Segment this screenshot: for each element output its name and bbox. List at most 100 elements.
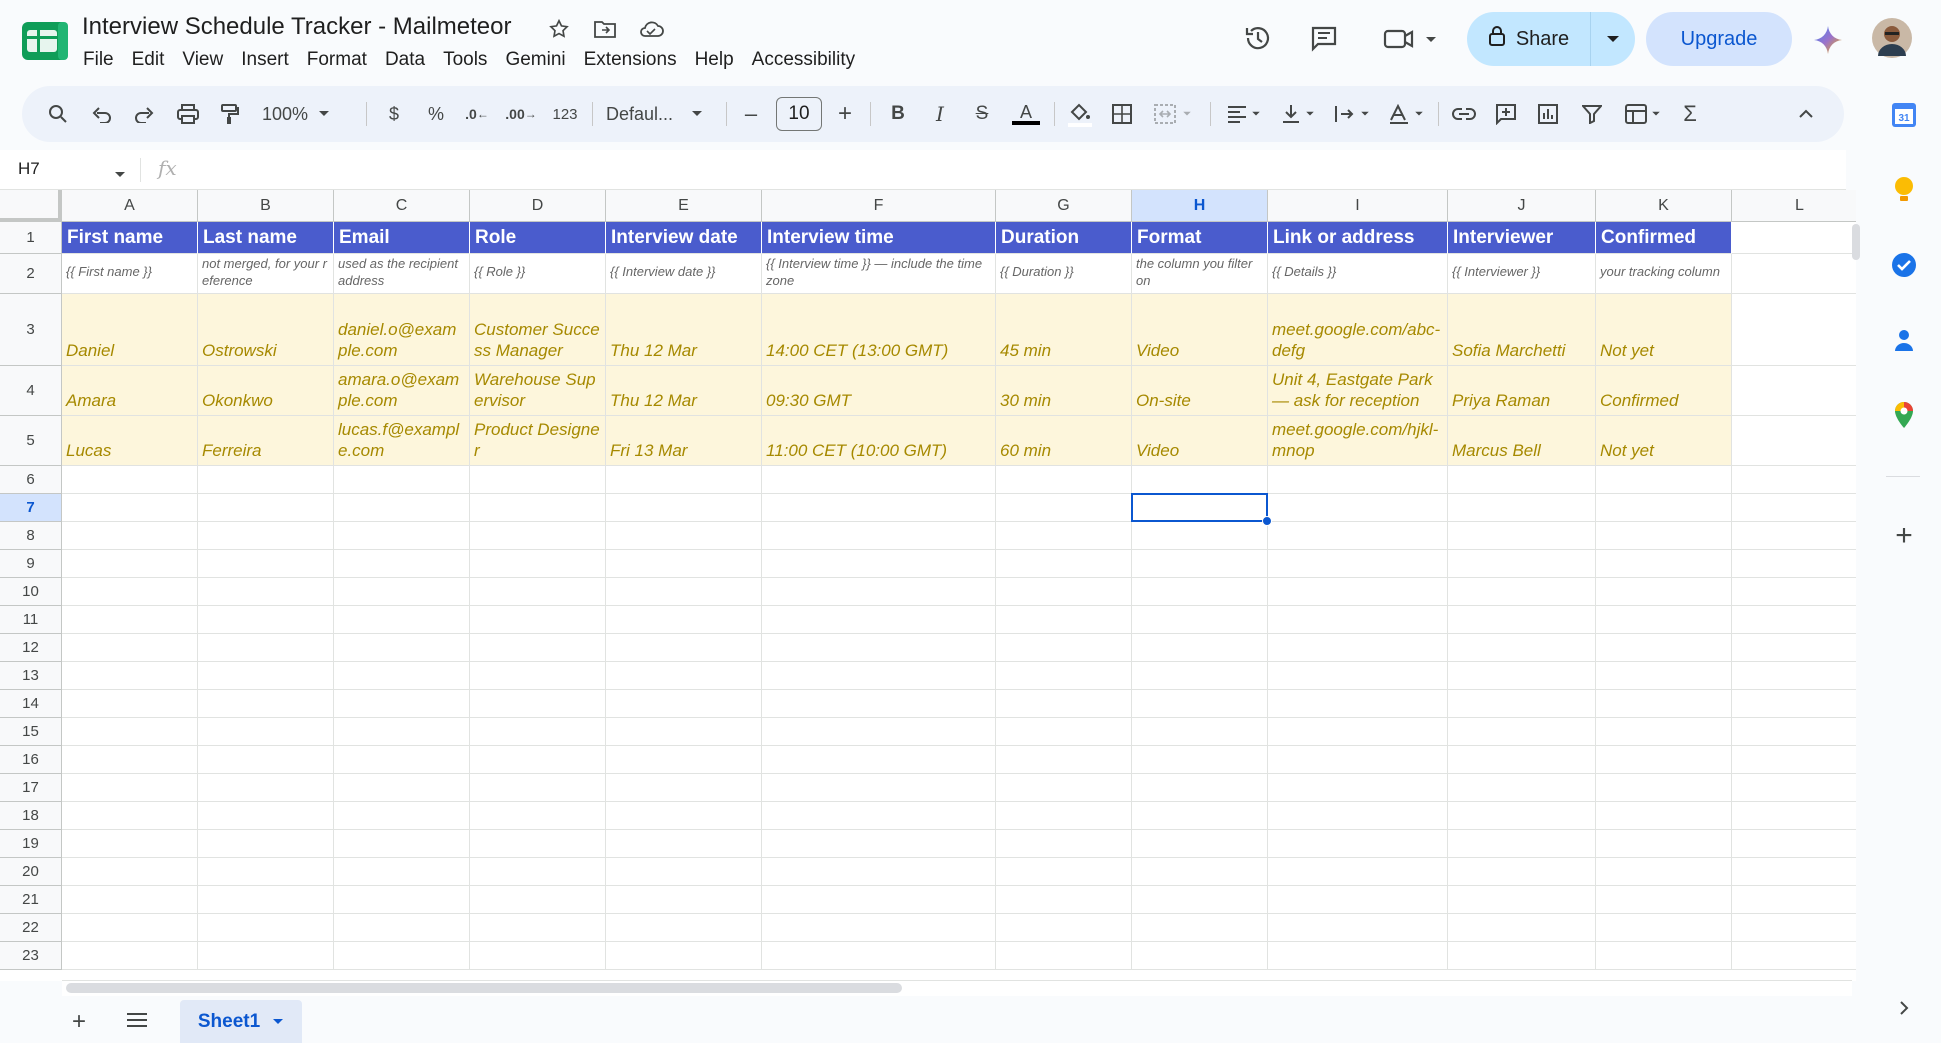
move-folder-icon[interactable] (592, 16, 618, 42)
cell[interactable] (1132, 718, 1268, 746)
cell[interactable] (606, 886, 762, 914)
cell[interactable] (470, 606, 606, 634)
cell[interactable] (996, 550, 1132, 578)
column-header-a[interactable]: A (62, 190, 198, 222)
data-cell[interactable]: Amara (62, 366, 198, 416)
cell[interactable] (1268, 718, 1448, 746)
data-cell[interactable]: Not yet (1596, 416, 1732, 466)
column-header-i[interactable]: I (1268, 190, 1448, 222)
row-header-6[interactable]: 6 (0, 466, 62, 494)
cell[interactable] (1448, 802, 1596, 830)
menu-accessibility[interactable]: Accessibility (743, 48, 864, 72)
data-cell[interactable]: Confirmed (1596, 366, 1732, 416)
cell[interactable] (334, 690, 470, 718)
cell[interactable] (762, 830, 996, 858)
cell[interactable] (334, 606, 470, 634)
cell[interactable] (1732, 662, 1856, 690)
functions-icon[interactable]: Σ (1676, 100, 1704, 128)
cell[interactable] (1268, 690, 1448, 718)
header-cell[interactable]: Duration (996, 222, 1132, 254)
cell[interactable] (1448, 886, 1596, 914)
column-header-k[interactable]: K (1596, 190, 1732, 222)
row-header-13[interactable]: 13 (0, 662, 62, 690)
cell[interactable] (1732, 942, 1856, 970)
hint-cell[interactable]: {{ Interviewer }} (1448, 254, 1596, 294)
cell[interactable] (762, 550, 996, 578)
row-header-7[interactable]: 7 (0, 494, 62, 522)
cell[interactable] (1268, 550, 1448, 578)
sheet-tab-sheet1[interactable]: Sheet1 (180, 1000, 302, 1043)
hint-cell[interactable]: your tracking column (1596, 254, 1732, 294)
version-history-icon[interactable] (1240, 20, 1276, 56)
cell[interactable] (1732, 858, 1856, 886)
column-header-e[interactable]: E (606, 190, 762, 222)
cell[interactable] (62, 494, 198, 522)
avatar[interactable] (1872, 18, 1912, 58)
rotate-icon[interactable] (1384, 100, 1428, 128)
cell[interactable] (1132, 634, 1268, 662)
cell[interactable] (334, 578, 470, 606)
cell[interactable] (198, 914, 334, 942)
cell[interactable] (62, 606, 198, 634)
menu-gemini[interactable]: Gemini (496, 48, 574, 72)
cell[interactable] (996, 606, 1132, 634)
header-cell[interactable]: Last name (198, 222, 334, 254)
share-button[interactable]: Share (1467, 12, 1591, 66)
cell[interactable] (1132, 466, 1268, 494)
data-cell[interactable]: Marcus Bell (1448, 416, 1596, 466)
cell[interactable] (62, 634, 198, 662)
cell[interactable] (1596, 774, 1732, 802)
expand-panel-icon[interactable] (1890, 994, 1918, 1022)
header-cell[interactable]: Email (334, 222, 470, 254)
undo-icon[interactable] (88, 100, 116, 128)
data-cell[interactable]: lucas.f@example.com (334, 416, 470, 466)
cell[interactable] (62, 774, 198, 802)
cell[interactable] (1132, 578, 1268, 606)
cell[interactable] (1132, 774, 1268, 802)
menu-help[interactable]: Help (686, 48, 743, 72)
cell[interactable] (996, 942, 1132, 970)
cell[interactable] (470, 858, 606, 886)
row-header-20[interactable]: 20 (0, 858, 62, 886)
cell[interactable] (996, 522, 1132, 550)
selected-cell-outline[interactable] (1131, 493, 1268, 522)
cell[interactable] (1268, 662, 1448, 690)
menu-file[interactable]: File (74, 48, 123, 72)
cell[interactable] (1732, 222, 1856, 254)
cell[interactable] (62, 550, 198, 578)
cell[interactable] (606, 830, 762, 858)
cell[interactable] (1448, 830, 1596, 858)
header-cell[interactable]: First name (62, 222, 198, 254)
cell[interactable] (62, 746, 198, 774)
cell[interactable] (62, 858, 198, 886)
cell[interactable] (1596, 718, 1732, 746)
menu-insert[interactable]: Insert (232, 48, 298, 72)
keep-icon[interactable] (1890, 176, 1918, 204)
header-cell[interactable]: Link or address (1268, 222, 1448, 254)
hint-cell[interactable]: {{ First name }} (62, 254, 198, 294)
cell[interactable] (198, 634, 334, 662)
align-icon[interactable] (1222, 100, 1266, 128)
row-header-22[interactable]: 22 (0, 914, 62, 942)
cell[interactable] (1596, 746, 1732, 774)
increase-font-size-button[interactable]: + (832, 100, 858, 128)
data-cell[interactable]: Lucas (62, 416, 198, 466)
cell[interactable] (1132, 886, 1268, 914)
cell[interactable] (1596, 886, 1732, 914)
cell[interactable] (1732, 774, 1856, 802)
row-header-1[interactable]: 1 (0, 222, 62, 254)
spreadsheet-grid[interactable]: A B C D E F G H I J K L 1 2 3 4 5 6 7 8 9 10 11 12 13 14 15 16 17 18 1… (0, 190, 1856, 981)
cell[interactable] (334, 662, 470, 690)
cell[interactable] (762, 466, 996, 494)
cell[interactable] (470, 662, 606, 690)
data-cell[interactable]: Thu 12 Mar (606, 366, 762, 416)
menu-data[interactable]: Data (376, 48, 434, 72)
cell[interactable] (1448, 774, 1596, 802)
row-header-14[interactable]: 14 (0, 690, 62, 718)
cell[interactable] (334, 942, 470, 970)
cell[interactable] (762, 634, 996, 662)
cell[interactable] (1268, 746, 1448, 774)
currency-format-button[interactable]: $ (380, 100, 408, 128)
cell[interactable] (762, 914, 996, 942)
table-icon[interactable] (1620, 100, 1666, 128)
